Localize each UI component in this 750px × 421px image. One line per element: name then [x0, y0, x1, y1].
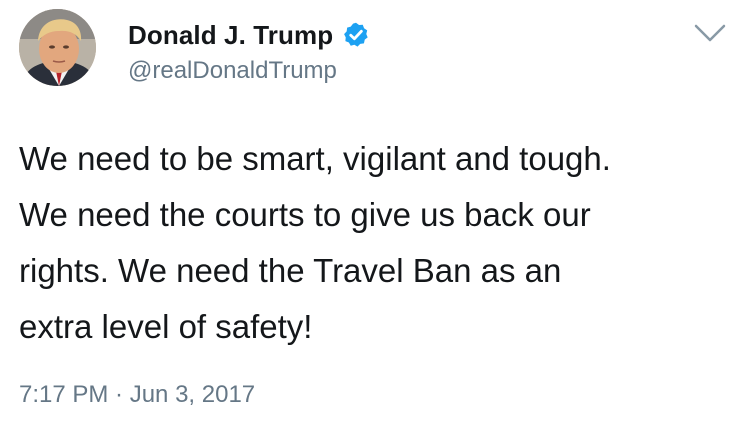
profile-photo [19, 9, 96, 86]
tweet-text: We need to be smart, vigilant and tough.… [19, 131, 734, 355]
verified-badge-icon [342, 21, 370, 49]
tweet-card: Donald J. Trump @realDonaldTrump We need… [0, 0, 750, 421]
tweet-text-line: rights. We need the Travel Ban as an [19, 252, 562, 289]
tweet-text-line: We need to be smart, vigilant and tough. [19, 140, 611, 177]
tweet-text-line: We need the courts to give us back our [19, 196, 591, 233]
avatar[interactable] [19, 9, 96, 86]
display-name[interactable]: Donald J. Trump [128, 20, 333, 51]
tweet-timestamp[interactable]: 7:17 PM · Jun 3, 2017 [19, 381, 255, 409]
tweet-text-line: extra level of safety! [19, 308, 313, 345]
author-row: Donald J. Trump [128, 18, 370, 52]
chevron-down-icon[interactable] [693, 22, 727, 44]
user-handle[interactable]: @realDonaldTrump [128, 57, 337, 85]
